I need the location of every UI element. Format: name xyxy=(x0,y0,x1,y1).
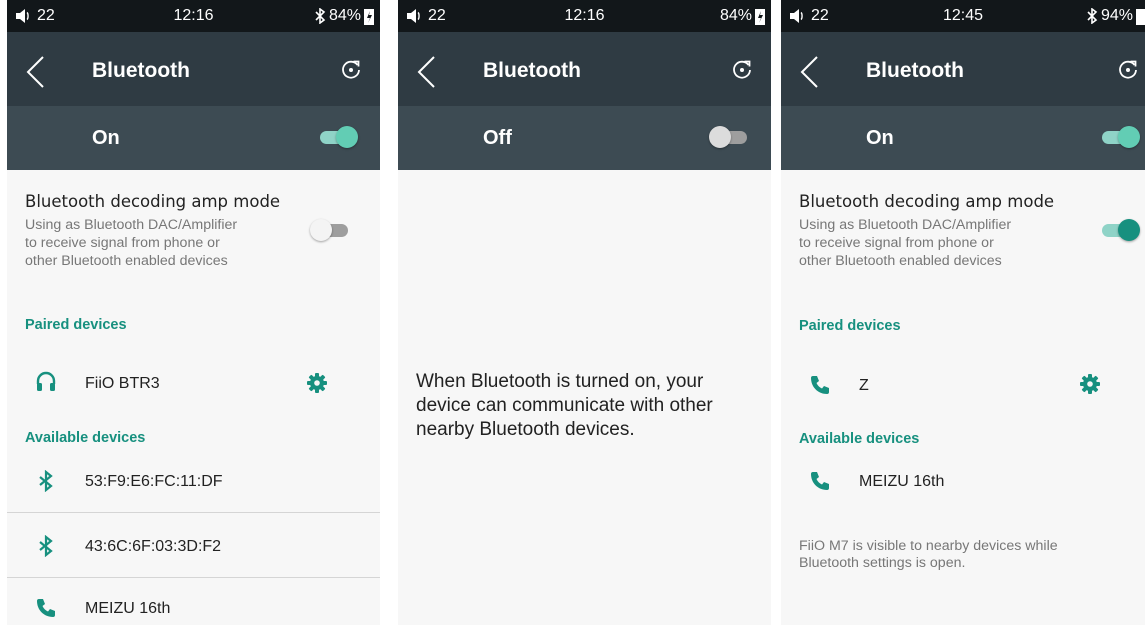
amp-desc-line: Using as Bluetooth DAC/Amplifier xyxy=(799,217,1012,233)
battery-charging-icon xyxy=(755,8,765,25)
battery-percent: 94% xyxy=(1100,7,1133,24)
amp-mode-switch[interactable] xyxy=(310,218,350,242)
battery-percent: 84% xyxy=(719,7,752,24)
visibility-note: FiiO M7 is visible to nearby devices whi… xyxy=(799,538,1129,572)
title-bar: Bluetooth xyxy=(398,32,771,106)
page-title: Bluetooth xyxy=(92,59,190,82)
status-right: 84% xyxy=(720,7,765,25)
page-title: Bluetooth xyxy=(866,59,964,82)
battery-charging-icon xyxy=(364,8,374,25)
back-arrow-icon[interactable] xyxy=(799,55,819,89)
bluetooth-switch[interactable] xyxy=(1100,125,1140,149)
available-device-name[interactable]: 43:6C:6F:03:3D:F2 xyxy=(85,538,221,556)
note-line: FiiO M7 is visible to nearby devices whi… xyxy=(799,538,1058,554)
message-line: nearby Bluetooth devices. xyxy=(416,419,635,440)
status-right: 94% xyxy=(1086,7,1145,25)
bluetooth-state-label: On xyxy=(92,127,120,149)
bluetooth-state-label: Off xyxy=(483,127,512,149)
available-device-name[interactable]: MEIZU 16th xyxy=(85,600,170,618)
divider xyxy=(7,577,380,578)
bluetooth-status-icon xyxy=(1087,8,1098,24)
available-device-name[interactable]: 53:F9:E6:FC:11:DF xyxy=(85,473,223,491)
refresh-icon[interactable] xyxy=(1117,59,1139,81)
amp-desc-line: to receive signal from phone or xyxy=(25,235,220,251)
message-line: device can communicate with other xyxy=(416,395,713,416)
clock: 12:16 xyxy=(564,7,605,24)
amp-mode-description: Using as Bluetooth DAC/Amplifier to rece… xyxy=(799,216,1054,270)
gear-icon[interactable] xyxy=(1079,373,1101,395)
phone-icon xyxy=(811,376,829,394)
amp-mode-title: Bluetooth decoding amp mode xyxy=(25,192,281,211)
refresh-icon[interactable] xyxy=(340,59,362,81)
bluetooth-screen-off: 22 12:16 84% Bluetooth Off When Bluetoot… xyxy=(398,0,771,625)
paired-device-name[interactable]: Z xyxy=(859,377,869,395)
bluetooth-icon xyxy=(39,535,53,557)
amp-desc-line: to receive signal from phone or xyxy=(799,235,994,251)
gear-icon[interactable] xyxy=(306,372,328,394)
amp-desc-line: other Bluetooth enabled devices xyxy=(799,253,1002,269)
status-bar: 22 12:16 84% xyxy=(7,0,380,32)
battery-icon xyxy=(1136,8,1145,25)
amp-mode-title: Bluetooth decoding amp mode xyxy=(799,192,1055,211)
paired-devices-header: Paired devices xyxy=(25,317,127,333)
bluetooth-toggle-row[interactable]: On xyxy=(781,106,1145,170)
available-devices-header: Available devices xyxy=(25,430,146,446)
status-bar: 22 12:16 84% xyxy=(398,0,771,32)
bluetooth-toggle-row[interactable]: On xyxy=(7,106,380,170)
available-devices-header: Available devices xyxy=(799,431,920,447)
message-line: When Bluetooth is turned on, your xyxy=(416,371,704,392)
status-right: 84% xyxy=(314,7,374,25)
bluetooth-state-label: On xyxy=(866,127,894,149)
divider xyxy=(7,512,380,513)
amp-mode-switch[interactable] xyxy=(1100,218,1140,242)
bluetooth-screen-on: 22 12:16 84% Bluetooth On Bluetooth deco… xyxy=(7,0,380,625)
paired-device-name[interactable]: FiiO BTR3 xyxy=(85,375,160,393)
bluetooth-status-icon xyxy=(315,8,326,24)
back-arrow-icon[interactable] xyxy=(25,55,45,89)
phone-icon xyxy=(811,472,829,490)
title-bar: Bluetooth xyxy=(7,32,380,106)
refresh-icon[interactable] xyxy=(731,59,753,81)
bluetooth-toggle-row[interactable]: Off xyxy=(398,106,771,170)
bluetooth-screen-amp-mode: 22 12:45 94% Bluetooth On Bluetooth deco… xyxy=(781,0,1145,625)
title-bar: Bluetooth xyxy=(781,32,1145,106)
paired-devices-header: Paired devices xyxy=(799,318,901,334)
page-title: Bluetooth xyxy=(483,59,581,82)
battery-percent: 84% xyxy=(328,7,361,24)
phone-icon xyxy=(37,599,55,617)
headphones-icon xyxy=(36,371,56,391)
status-bar: 22 12:45 94% xyxy=(781,0,1145,32)
amp-mode-setting[interactable]: Bluetooth decoding amp mode Using as Blu… xyxy=(25,192,280,270)
bluetooth-off-message: When Bluetooth is turned on, your device… xyxy=(416,370,761,442)
bluetooth-switch[interactable] xyxy=(709,125,749,149)
amp-desc-line: Using as Bluetooth DAC/Amplifier xyxy=(25,217,238,233)
amp-mode-setting[interactable]: Bluetooth decoding amp mode Using as Blu… xyxy=(799,192,1054,270)
note-line: Bluetooth settings is open. xyxy=(799,555,966,571)
bluetooth-icon xyxy=(39,470,53,492)
back-arrow-icon[interactable] xyxy=(416,55,436,89)
available-device-name[interactable]: MEIZU 16th xyxy=(859,473,944,491)
amp-mode-description: Using as Bluetooth DAC/Amplifier to rece… xyxy=(25,216,280,270)
amp-desc-line: other Bluetooth enabled devices xyxy=(25,253,228,269)
bluetooth-switch[interactable] xyxy=(318,125,358,149)
